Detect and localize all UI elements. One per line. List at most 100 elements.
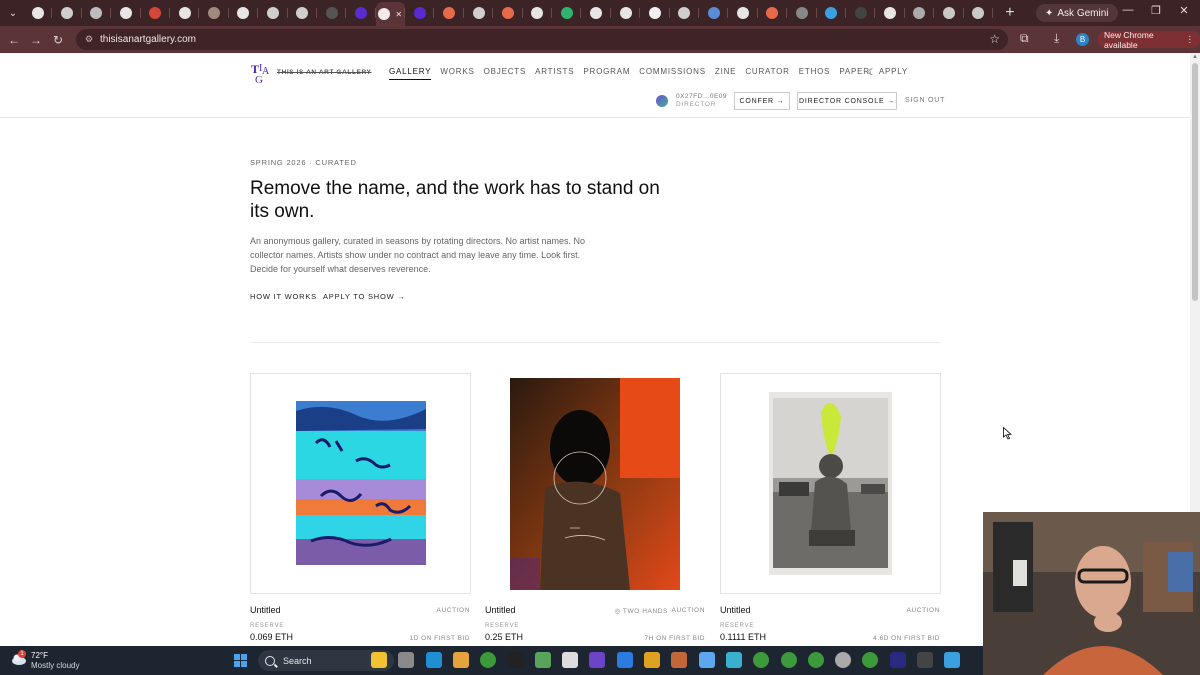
nav-objects[interactable]: OBJECTS xyxy=(484,67,527,80)
artwork-card[interactable] xyxy=(506,373,680,594)
browser-tab[interactable] xyxy=(964,2,994,24)
browser-tab[interactable] xyxy=(758,2,788,24)
app-icon[interactable] xyxy=(671,652,688,668)
app-icon[interactable] xyxy=(698,652,715,668)
browser-tab[interactable] xyxy=(787,2,817,24)
edge-icon[interactable] xyxy=(425,652,442,668)
browser-tab[interactable] xyxy=(728,2,759,24)
browser-tab[interactable] xyxy=(670,2,700,24)
new-tab-plus-icon[interactable]: + xyxy=(999,4,1021,22)
chrome-icon[interactable] xyxy=(807,652,824,668)
extensions-puzzle-icon[interactable]: ⧉ xyxy=(1020,31,1029,46)
nav-gallery[interactable]: GALLERY xyxy=(389,67,432,80)
vscode-icon[interactable] xyxy=(616,652,633,668)
nav-program[interactable]: PROGRAM xyxy=(583,67,630,80)
photos-icon[interactable] xyxy=(944,652,961,668)
chrome-icon[interactable] xyxy=(753,652,770,668)
browser-tab[interactable] xyxy=(464,2,494,24)
nav-paper[interactable]: PAPER xyxy=(839,67,870,80)
close-window-icon[interactable]: ✕ xyxy=(1174,4,1194,17)
windows-start-icon[interactable] xyxy=(234,654,247,667)
forward-arrow-icon[interactable]: → xyxy=(25,33,47,47)
browser-tab[interactable] xyxy=(111,2,141,24)
hex-app-icon[interactable] xyxy=(562,652,579,668)
gallery-logo-icon[interactable]: T I A G xyxy=(250,62,272,84)
ask-gemini-button[interactable]: ✦ Ask Gemini xyxy=(1036,4,1118,22)
work-title[interactable]: Untitled xyxy=(485,605,516,615)
browser-tab[interactable] xyxy=(640,2,670,24)
browser-tab[interactable] xyxy=(170,2,200,24)
browser-tab[interactable] xyxy=(199,2,230,24)
app-icon[interactable] xyxy=(835,652,852,668)
tab-search-chevron-icon[interactable]: ⌄ xyxy=(3,3,23,23)
browser-tab[interactable] xyxy=(905,2,935,24)
github-icon[interactable] xyxy=(589,652,606,668)
how-it-works-link[interactable]: HOW IT WORKS xyxy=(250,292,317,301)
browser-tab[interactable] xyxy=(229,2,259,24)
task-view-icon[interactable] xyxy=(398,652,415,668)
director-console-button[interactable]: DIRECTOR CONSOLE → xyxy=(797,92,897,110)
nav-curator[interactable]: CURATOR xyxy=(745,67,789,80)
restore-icon[interactable]: ❐ xyxy=(1146,4,1166,17)
browser-tab[interactable] xyxy=(52,2,83,24)
close-tab-icon[interactable]: ✕ xyxy=(395,10,403,19)
weather-condition[interactable]: Mostly cloudy xyxy=(31,661,79,670)
site-info-icon[interactable]: ⚙ xyxy=(82,33,96,47)
browser-tab[interactable] xyxy=(82,2,112,24)
weather-temperature[interactable]: 72°F xyxy=(31,651,48,660)
download-icon[interactable]: ⤓ xyxy=(1054,31,1059,46)
nav-zine[interactable]: ZINE xyxy=(715,67,736,80)
link-app-icon[interactable] xyxy=(725,652,742,668)
browser-tab[interactable] xyxy=(141,2,171,24)
confer-button[interactable]: CONFER → xyxy=(734,92,790,110)
file-explorer-icon[interactable] xyxy=(371,652,387,668)
browser-tab[interactable] xyxy=(317,2,347,24)
terminal-icon[interactable] xyxy=(507,652,524,668)
browser-tab[interactable] xyxy=(581,2,612,24)
nav-works[interactable]: WORKS xyxy=(440,67,474,80)
work-title[interactable]: Untitled xyxy=(250,605,281,615)
app-grid-icon[interactable] xyxy=(534,652,551,668)
browser-tab[interactable] xyxy=(405,2,435,24)
chrome-icon[interactable] xyxy=(480,652,497,668)
apply-to-show-link[interactable]: APPLY TO SHOW → xyxy=(323,292,406,301)
nav-apply[interactable]: APPLY xyxy=(879,67,908,80)
after-effects-icon[interactable] xyxy=(889,652,906,668)
browser-tab[interactable] xyxy=(23,2,53,24)
browser-tab[interactable] xyxy=(846,2,876,24)
browser-tab[interactable] xyxy=(258,2,288,24)
chrome-icon[interactable] xyxy=(780,652,797,668)
scrollbar-thumb[interactable] xyxy=(1192,63,1198,301)
gallery-wordmark[interactable]: THIS IS AN ART GALLERY xyxy=(277,69,371,76)
browser-tab[interactable] xyxy=(611,2,641,24)
artwork-card[interactable] xyxy=(720,373,941,594)
browser-tab[interactable] xyxy=(875,2,906,24)
browser-tab[interactable] xyxy=(434,2,465,24)
brave-icon[interactable] xyxy=(644,652,660,668)
back-arrow-icon[interactable]: ← xyxy=(3,33,25,47)
minimize-icon[interactable]: — xyxy=(1118,4,1138,16)
folder-icon[interactable] xyxy=(452,652,469,668)
work-title[interactable]: Untitled xyxy=(720,605,751,615)
artwork-card[interactable] xyxy=(250,373,471,594)
nav-artists[interactable]: ARTISTS xyxy=(535,67,574,80)
nav-commissions[interactable]: COMMISSIONS xyxy=(639,67,706,80)
sign-out-link[interactable]: SIGN OUT xyxy=(905,97,945,104)
browser-tab[interactable] xyxy=(288,2,318,24)
browser-tab[interactable] xyxy=(699,2,729,24)
scroll-up-arrow-icon[interactable]: ▲ xyxy=(1192,54,1198,60)
browser-tab[interactable] xyxy=(552,2,582,24)
new-chrome-available-button[interactable]: New Chrome available ⋮ xyxy=(1098,30,1200,50)
address-bar[interactable]: ⚙ thisisanartgallery.com ☆ xyxy=(76,29,1008,50)
browser-tab[interactable]: ✕ xyxy=(375,2,406,26)
terminal-icon[interactable] xyxy=(917,652,933,668)
browser-tab[interactable] xyxy=(346,2,377,24)
browser-tab[interactable] xyxy=(493,2,524,24)
profile-avatar[interactable]: B xyxy=(1076,33,1089,46)
chrome-icon[interactable] xyxy=(862,652,879,668)
reload-icon[interactable]: ↻ xyxy=(47,33,69,47)
dark-mode-moon-icon[interactable]: ☾ xyxy=(868,67,876,78)
nav-ethos[interactable]: ETHOS xyxy=(799,67,831,80)
browser-tab[interactable] xyxy=(934,2,964,24)
bookmark-star-icon[interactable]: ☆ xyxy=(989,32,1000,46)
